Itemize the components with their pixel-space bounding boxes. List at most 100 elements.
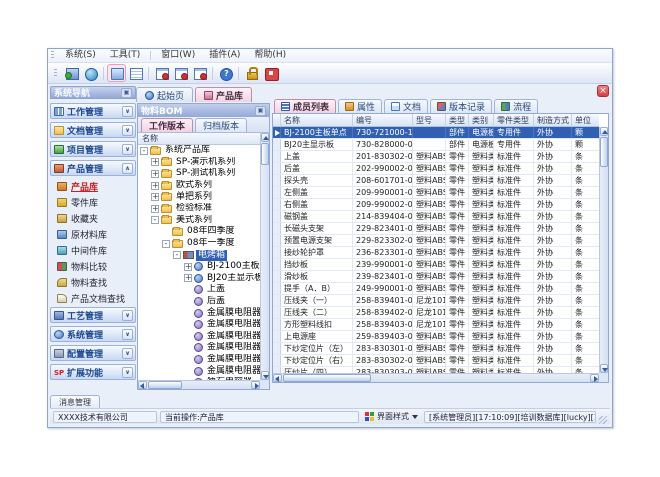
sidebar-section-process-mgmt[interactable]: 工艺管理 — [50, 307, 136, 323]
menubar-grip[interactable] — [51, 51, 54, 60]
tree-toggle-icon[interactable] — [151, 158, 159, 166]
sidebar-section-product-mgmt[interactable]: 产品管理 — [50, 160, 136, 176]
table-row[interactable]: BJ20主显示板 730-828000-04I 部件 电源板 专用件 外协 颗 — [273, 139, 599, 151]
table-row[interactable]: 压线夹（二） 258-839402-00I 尼龙1010 零件 塑料类 标准件 … — [273, 307, 599, 319]
tab-product-library[interactable]: 产品库 — [195, 87, 252, 102]
table-row[interactable]: 探头壳 208-601701-01I 塑料ABS 零件 塑料类 标准件 外协 条 — [273, 175, 599, 187]
menu-help[interactable]: 帮助(H) — [247, 49, 293, 62]
sidebar-section-config-mgmt[interactable]: 配置管理 — [50, 345, 136, 361]
help-icon[interactable] — [217, 65, 234, 81]
scrollbar-thumb[interactable] — [148, 381, 182, 389]
tab-version-history[interactable]: 版本记录 — [430, 99, 492, 113]
table-row[interactable]: 滑纱板 239-823401-00I 塑料ABS 零件 塑料类 标准件 外协 条 — [273, 271, 599, 283]
tree-item[interactable]: 单把系列 — [138, 191, 260, 203]
tree-item[interactable]: 金属膜电阻器 — [138, 307, 260, 319]
scroll-left-button[interactable] — [273, 374, 282, 382]
tab-documents[interactable]: 文档 — [384, 99, 428, 113]
tree-item[interactable]: 金属膜电阻器 — [138, 342, 260, 354]
sidebar-item-material-compare[interactable]: 物料比较 — [57, 259, 136, 274]
tree-item[interactable]: 08年四季度 — [138, 226, 260, 238]
tree-toggle-icon[interactable] — [162, 240, 170, 248]
bom-vertical-scrollbar[interactable] — [260, 133, 269, 380]
section-chevron-icon[interactable] — [122, 163, 133, 174]
tree-toggle-icon[interactable] — [184, 274, 192, 282]
table-row[interactable]: 长磁头支架 229-823401-00I 塑料ABS 零件 塑料类 标准件 外协… — [273, 223, 599, 235]
datasheet-icon[interactable] — [127, 65, 144, 81]
table-row[interactable]: 下纱定位片（右） 283-830302-00I 塑料ABS 零件 塑料类 标准件… — [273, 355, 599, 367]
tree-item[interactable]: 美式系列 — [138, 215, 260, 227]
menu-system[interactable]: 系统(S) — [58, 49, 103, 62]
tree-item[interactable]: 金属膜电阻器 — [138, 319, 260, 331]
tree-item[interactable]: SP-测试机系列 — [138, 168, 260, 180]
bom-window-icon-2[interactable] — [172, 65, 189, 81]
tree-toggle-icon[interactable] — [151, 182, 159, 190]
sidebar-item-part-library[interactable]: 零件库 — [57, 195, 136, 210]
sidebar-section-project-mgmt[interactable]: 项目管理 — [50, 141, 136, 157]
tab-start-page[interactable]: 起始页 — [136, 87, 193, 102]
tree-toggle-icon[interactable] — [184, 263, 192, 271]
sidebar-item-intermediate-library[interactable]: 中间件库 — [57, 243, 136, 258]
bom-window-icon-3[interactable] — [191, 65, 208, 81]
section-chevron-icon[interactable] — [122, 310, 133, 321]
column-header[interactable]: 名称 — [281, 114, 353, 126]
tab-properties[interactable]: 属性 — [338, 99, 382, 113]
tree-item[interactable]: 08年一季度 — [138, 238, 260, 250]
tree-column-header[interactable]: 名称 — [138, 133, 260, 145]
tree-item[interactable]: BJ-2100主板单点 — [138, 261, 260, 273]
open-folder-icon[interactable] — [108, 65, 125, 81]
tree-item[interactable]: 电烤箱 — [138, 249, 260, 261]
bom-horizontal-scrollbar[interactable] — [138, 380, 260, 389]
table-row[interactable]: 右侧盖 209-990002-01I 塑料ABS 零件 塑料类 标准件 外协 条 — [273, 199, 599, 211]
bom-window-icon-1[interactable] — [153, 65, 170, 81]
sidebar-item-product-library[interactable]: 产品库 — [57, 179, 136, 194]
menu-window[interactable]: 窗口(W) — [154, 49, 202, 62]
section-chevron-icon[interactable] — [122, 329, 133, 340]
tree-item[interactable]: 系统产品库 — [138, 145, 260, 157]
sidebar-section-system-mgmt[interactable]: 系统管理 — [50, 326, 136, 342]
tree-item[interactable]: SP-演示机系列 — [138, 157, 260, 169]
scrollbar-thumb[interactable] — [261, 143, 269, 165]
sidebar-section-work-mgmt[interactable]: 工作管理 — [50, 103, 136, 119]
table-row[interactable]: 上盖 201-830302-00I 塑料ABS 零件 塑料类 标准件 外协 条 — [273, 151, 599, 163]
column-header[interactable]: 单位 — [572, 114, 599, 126]
section-chevron-icon[interactable] — [122, 367, 133, 378]
scroll-up-button[interactable] — [261, 133, 269, 142]
tree-toggle-icon[interactable] — [151, 170, 159, 178]
table-row[interactable]: 方形塑料线扣 258-839403-00I 尼龙1010 零件 塑料类 标准件 … — [273, 319, 599, 331]
table-row[interactable]: 下纱定位片（左） 283-830301-00I 塑料ABS 零件 塑料类 标准件… — [273, 343, 599, 355]
column-header[interactable]: 制造方式 — [534, 114, 572, 126]
sidebar-item-favorites[interactable]: 收藏夹 — [57, 211, 136, 226]
table-row[interactable]: 压线夹（一） 258-839401-00I 尼龙1010 零件 塑料类 标准件 … — [273, 295, 599, 307]
lock-icon[interactable] — [243, 65, 260, 81]
ui-style-button[interactable]: 界面样式 — [362, 411, 421, 422]
tab-archived-version[interactable]: 归档版本 — [195, 118, 247, 132]
sidebar-menu-button[interactable]: ▣ — [121, 88, 132, 98]
tab-member-list[interactable]: 成员列表 — [274, 99, 336, 113]
menu-tools[interactable]: 工具(T) — [103, 49, 148, 62]
sidebar-item-product-doc-search[interactable]: 产品文档查找 — [57, 291, 136, 306]
table-row[interactable]: 提手（A．B） 249-990001-01I 塑料ABS 零件 塑料类 标准件 … — [273, 283, 599, 295]
table-row[interactable]: 左侧盖 209-990001-01I 塑料ABS 零件 塑料类 标准件 外协 条 — [273, 187, 599, 199]
tree-item[interactable]: 金属膜电阻器 — [138, 354, 260, 366]
table-row[interactable]: 上电源座 259-839403-00I 塑料ABS 零件 塑料类 标准件 外协 … — [273, 331, 599, 343]
column-header[interactable]: 类型 — [446, 114, 469, 126]
tab-working-version[interactable]: 工作版本 — [141, 118, 193, 132]
scroll-right-button[interactable] — [590, 374, 599, 382]
scroll-down-button[interactable] — [261, 371, 269, 380]
column-header[interactable]: 类别 — [469, 114, 494, 126]
workspace-icon[interactable] — [63, 65, 80, 81]
tree-item[interactable]: 欧式系列 — [138, 180, 260, 192]
toolbar-grip[interactable] — [54, 69, 57, 78]
table-row[interactable]: 磁钢盖 214-839404-01I 塑料ABS 零件 塑料类 标准件 外协 条 — [273, 211, 599, 223]
sidebar-section-extensions[interactable]: 扩展功能 — [50, 364, 136, 380]
close-tab-button[interactable]: × — [597, 85, 609, 97]
resize-grip[interactable] — [599, 416, 607, 424]
tree-item[interactable]: 金属膜电阻器 — [138, 365, 260, 377]
menu-plugins[interactable]: 插件(A) — [202, 49, 247, 62]
tree-item[interactable]: BJ20主显示板 — [138, 273, 260, 285]
scroll-down-button[interactable] — [600, 364, 608, 373]
section-chevron-icon[interactable] — [122, 348, 133, 359]
sidebar-section-document-mgmt[interactable]: 文档管理 — [50, 122, 136, 138]
tree-toggle-icon[interactable] — [173, 251, 181, 259]
table-row[interactable]: BJ-2100主板单点 730-721000-12I 部件 电源板 专用件 外协… — [273, 127, 599, 139]
